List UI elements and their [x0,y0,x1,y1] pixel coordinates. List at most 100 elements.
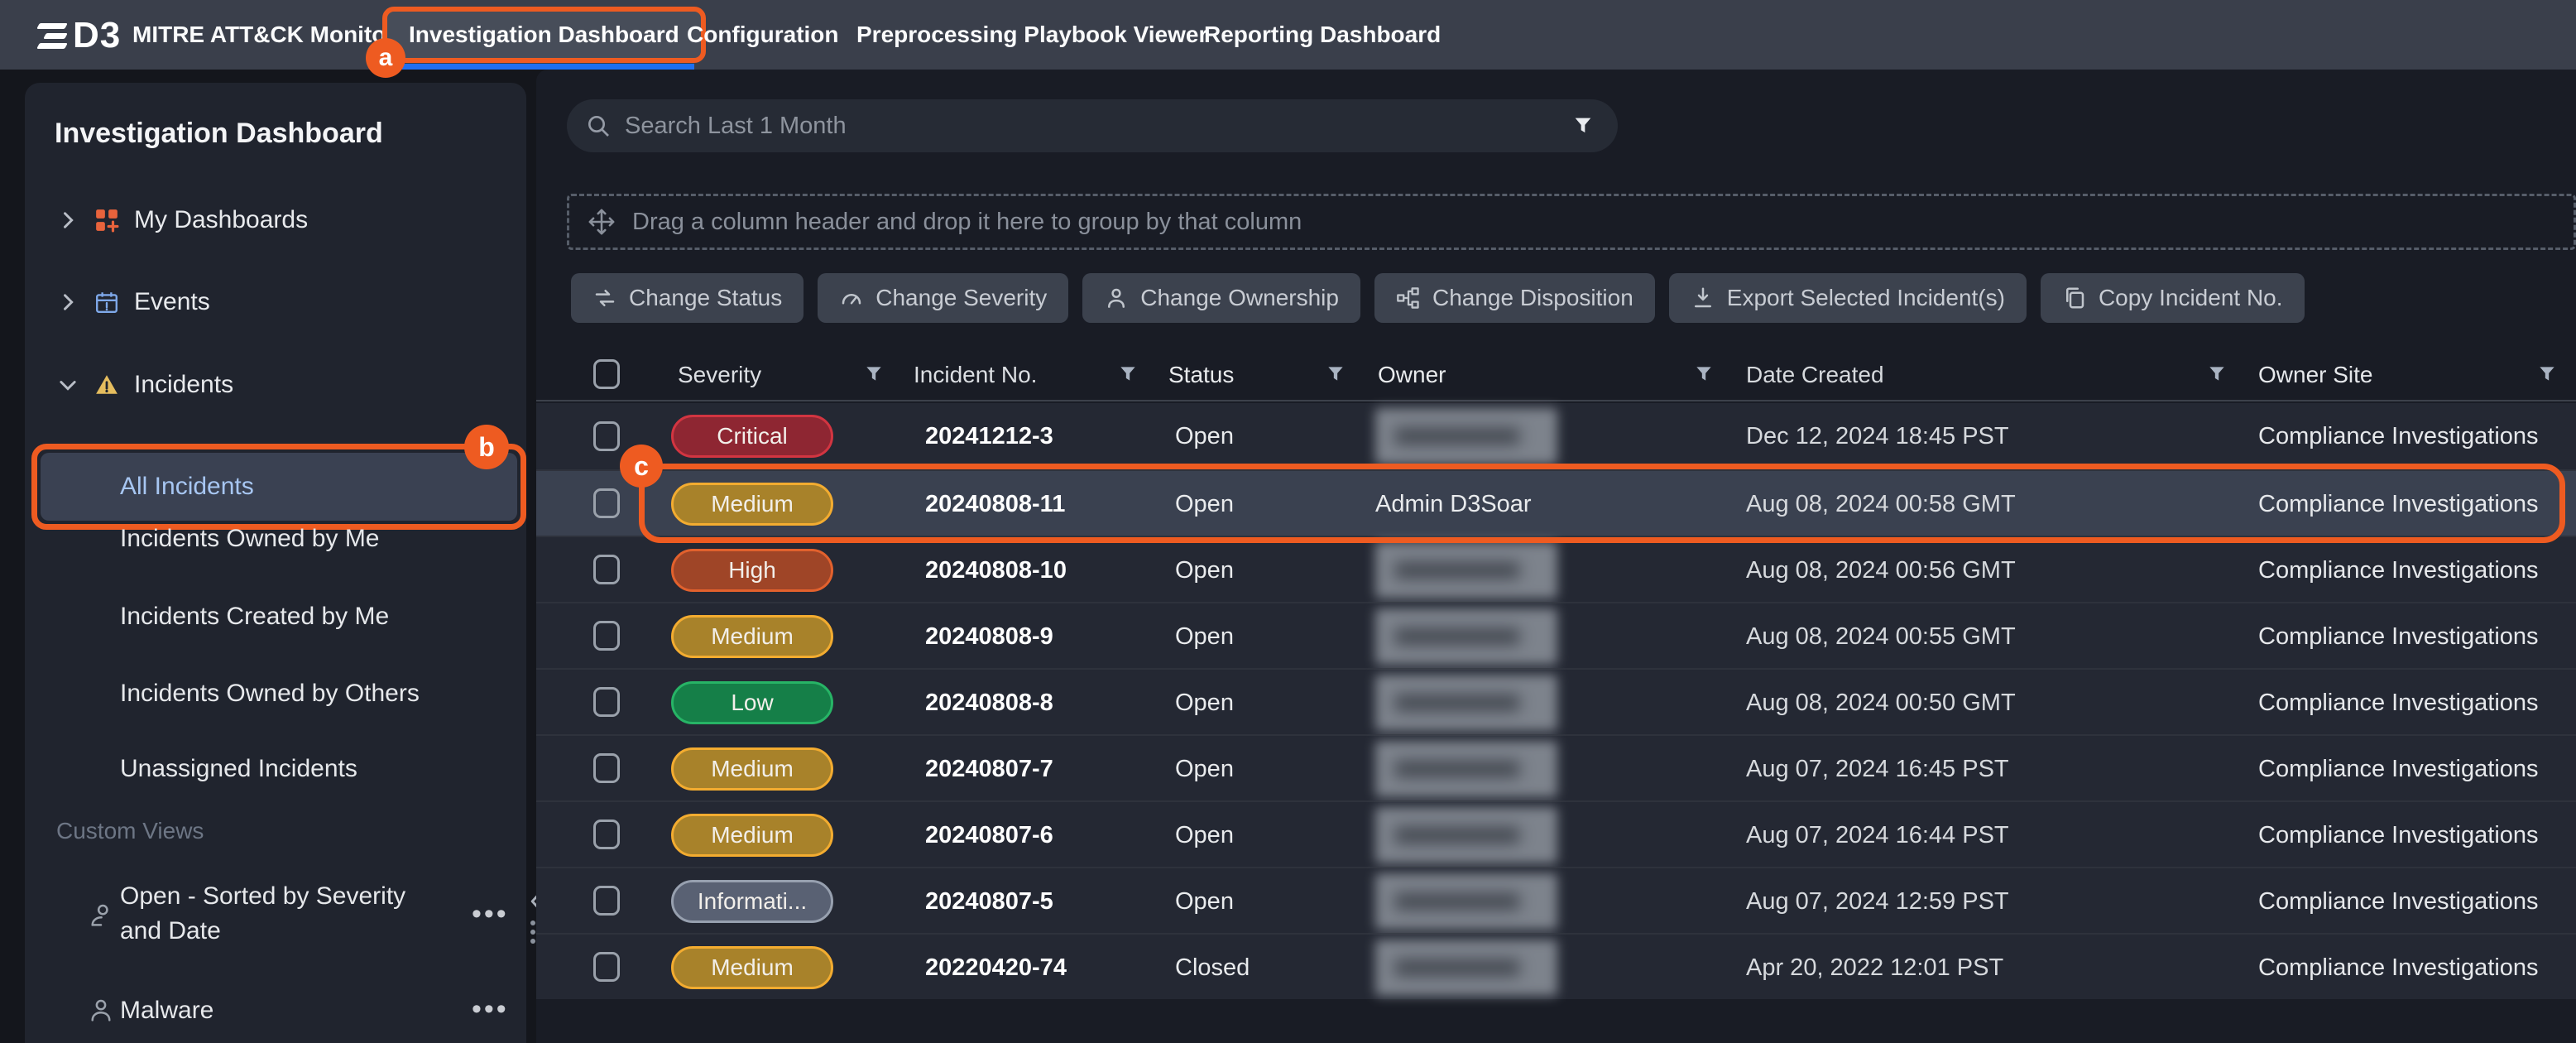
table-body: Critical 20241212-3 Open Dec 12, 2024 18… [536,403,2576,999]
table-row[interactable]: Informati... 20240807-5 Open Aug 07, 202… [536,867,2576,933]
copy-incident-no-button[interactable]: Copy Incident No. [2041,273,2305,323]
table-row[interactable]: Medium 20220420-74 Closed Apr 20, 2022 1… [536,933,2576,999]
incident-no-cell: 20240808-8 [925,670,1053,736]
nav-item-preprocessing-playbook-viewer[interactable]: Preprocessing Playbook Viewer [856,0,1207,70]
change-severity-icon [839,286,864,310]
sidebar-item-incidents-owned-by-others[interactable]: Incidents Owned by Others [120,680,420,708]
d3-logo[interactable]: D3 [38,15,121,56]
column-header-incident-no[interactable]: Incident No. [914,348,1037,401]
export-selected-incidents-button[interactable]: Export Selected Incident(s) [1669,273,2027,323]
date-created-cell: Dec 12, 2024 18:45 PST [1746,403,2009,469]
filter-funnel-icon[interactable] [1117,363,1139,385]
sidebar-section-events[interactable]: Events [25,281,526,324]
column-header-owner[interactable]: Owner [1378,348,1446,401]
date-created-cell: Aug 07, 2024 12:59 PST [1746,868,2009,935]
sidebar-section-label: Incidents [134,371,233,399]
row-checkbox[interactable] [593,952,620,982]
sidebar-item-unassigned-incidents[interactable]: Unassigned Incidents [120,755,357,783]
table-row[interactable]: Low 20240808-8 Open Aug 08, 2024 00:50 G… [536,668,2576,734]
status-cell: Open [1175,537,1234,603]
button-label: Change Severity [875,285,1047,311]
severity-badge: Medium [671,483,833,526]
sidebar-item-incidents-owned-by-me[interactable]: Incidents Owned by Me [120,525,380,553]
column-header-status[interactable]: Status [1168,348,1234,401]
change-ownership-button[interactable]: Change Ownership [1082,273,1360,323]
sidebar-section-incidents[interactable]: Incidents [25,363,526,406]
group-by-hint: Drag a column header and drop it here to… [632,209,1302,236]
column-header-owner-site[interactable]: Owner Site [2258,348,2373,401]
change-disposition-icon [1396,286,1421,310]
button-label: Export Selected Incident(s) [1727,285,2005,311]
change-status-button[interactable]: Change Status [571,273,804,323]
d3-logo-text: D3 [73,15,121,56]
row-checkbox[interactable] [593,687,620,717]
table-row[interactable]: Critical 20241212-3 Open Dec 12, 2024 18… [536,403,2576,469]
incident-no-cell: 20220420-74 [925,935,1067,1001]
group-by-dropzone[interactable]: Drag a column header and drop it here to… [567,194,2576,250]
table-row[interactable]: Medium 20240808-11 Open Admin D3Soar Aug… [536,469,2576,536]
incident-no-cell: 20240807-5 [925,868,1053,935]
sidebar-item-label: All Incidents [120,473,254,501]
nav-item-mitre-attck-monitor[interactable]: MITRE ATT&CK Monitor [132,0,395,70]
owner-site-cell: Compliance Investigations [2258,935,2539,1001]
more-options-icon[interactable]: ••• [472,898,509,930]
annotation-badge-a: a [366,38,405,78]
sidebar-section-my-dashboards[interactable]: My Dashboards [25,199,526,242]
row-checkbox[interactable] [593,488,620,518]
change-disposition-button[interactable]: Change Disposition [1374,273,1655,323]
nav-item-investigation-dashboard[interactable]: Investigation Dashboard a [382,7,706,63]
column-header-severity[interactable]: Severity [678,348,761,401]
sidebar-item-malware-view[interactable]: Malware [120,993,213,1028]
date-created-cell: Aug 08, 2024 00:56 GMT [1746,537,2016,603]
search-input[interactable] [625,113,1571,140]
table-row[interactable]: Medium 20240807-7 Open Aug 07, 2024 16:4… [536,734,2576,800]
sidebar-title: Investigation Dashboard [55,118,383,150]
filter-funnel-icon[interactable] [1571,114,1595,137]
status-cell: Open [1175,471,1234,537]
sidebar-item-all-incidents[interactable]: All Incidents [41,453,517,521]
annotation-badge-b: b [464,425,509,469]
change-status-icon [592,286,617,310]
filter-funnel-icon[interactable] [2206,363,2228,385]
table-header: Severity Incident No. Status Owner Date … [536,348,2576,401]
custom-view-label: Malware [120,993,213,1028]
owner-site-cell: Compliance Investigations [2258,802,2539,868]
column-header-date-created[interactable]: Date Created [1746,348,1884,401]
owner-site-cell: Compliance Investigations [2258,736,2539,802]
owner-cell: Admin D3Soar [1375,471,1532,537]
status-cell: Open [1175,670,1234,736]
button-label: Change Disposition [1432,285,1633,311]
custom-view-label: Open - Sorted by Severity [120,879,405,914]
status-cell: Open [1175,868,1234,935]
select-all-checkbox[interactable] [593,359,620,389]
filter-funnel-icon[interactable] [1325,363,1346,385]
sidebar-item-open-sorted-view[interactable]: Open - Sorted by Severity and Date [120,879,405,949]
table-row[interactable]: Medium 20240808-9 Open Aug 08, 2024 00:5… [536,602,2576,668]
nav-item-configuration[interactable]: Configuration [687,0,839,70]
table-row[interactable]: Medium 20240807-6 Open Aug 07, 2024 16:4… [536,800,2576,867]
status-cell: Open [1175,603,1234,670]
table-row[interactable]: High 20240808-10 Open Aug 08, 2024 00:56… [536,536,2576,602]
incident-no-cell: 20240807-6 [925,802,1053,868]
d3-logo-mark-icon [38,23,66,49]
calendar-events-icon [94,290,119,315]
row-checkbox[interactable] [593,621,620,651]
top-navbar: D3 MITRE ATT&CK Monitor Investigation Da… [0,0,2576,70]
filter-funnel-icon[interactable] [863,363,885,385]
filter-funnel-icon[interactable] [2536,363,2558,385]
row-checkbox[interactable] [593,753,620,783]
more-options-icon[interactable]: ••• [472,993,509,1026]
date-created-cell: Aug 08, 2024 00:58 GMT [1746,471,2016,537]
change-severity-button[interactable]: Change Severity [818,273,1068,323]
row-checkbox[interactable] [593,820,620,849]
row-checkbox[interactable] [593,886,620,916]
redacted-owner [1375,542,1557,598]
export-download-icon [1691,286,1715,310]
filter-funnel-icon[interactable] [1693,363,1715,385]
row-checkbox[interactable] [593,421,620,451]
sidebar-item-incidents-created-by-me[interactable]: Incidents Created by Me [120,603,389,631]
nav-item-reporting-dashboard[interactable]: Reporting Dashboard [1204,0,1441,70]
warning-triangle-icon [94,372,119,397]
row-checkbox[interactable] [593,555,620,584]
owner-site-cell: Compliance Investigations [2258,471,2539,537]
